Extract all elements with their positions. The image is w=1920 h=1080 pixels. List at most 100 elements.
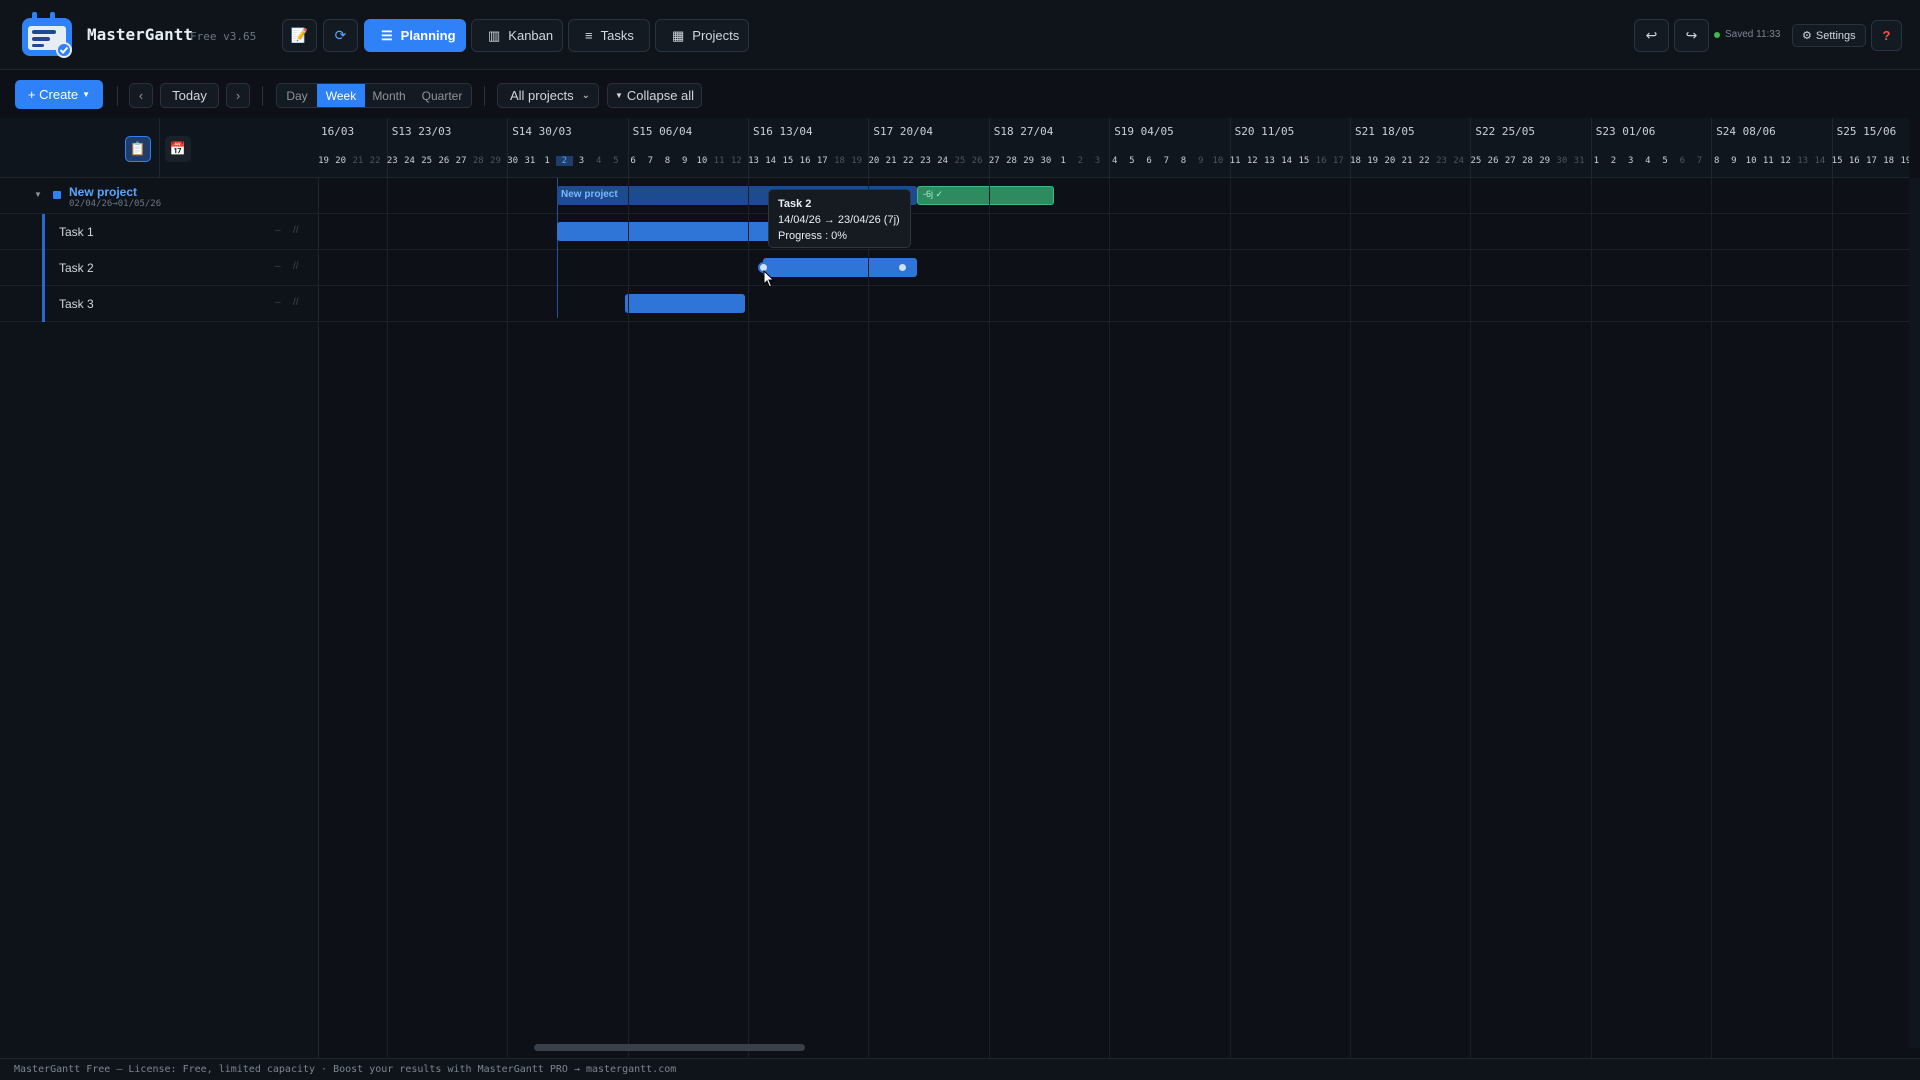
project-filter-select[interactable]: All projects ⌄ bbox=[497, 83, 599, 108]
week-label: S13 23/03 bbox=[391, 125, 452, 138]
previous-period-button[interactable]: ‹ bbox=[129, 83, 153, 108]
redo-icon: ↪ bbox=[1685, 27, 1698, 43]
create-label: + Create bbox=[27, 87, 79, 102]
collapse-caret-icon[interactable]: ▼ bbox=[34, 190, 42, 199]
collapse-all-button[interactable]: ▼ Collapse all bbox=[607, 83, 702, 108]
tab-planning[interactable]: ☰ Planning bbox=[364, 19, 466, 52]
day-label: 21 bbox=[1401, 156, 1413, 166]
row-link-control[interactable]: // bbox=[293, 225, 299, 236]
save-status: Saved 11:33 bbox=[1714, 29, 1780, 40]
task-name: Task 2 bbox=[59, 261, 94, 275]
mouse-cursor-icon bbox=[763, 270, 775, 288]
slack-label: -6j ✓ bbox=[923, 189, 944, 199]
task-bar-task-3[interactable] bbox=[625, 294, 745, 313]
task-row[interactable]: Task 3 – // bbox=[0, 286, 319, 322]
day-label: 29 bbox=[1023, 156, 1035, 166]
undo-button[interactable]: ↩ bbox=[1634, 19, 1669, 52]
tab-projects[interactable]: ▦ Projects bbox=[655, 19, 749, 52]
tooltip-dates: 14/04/26 → 23/04/26 (7j) bbox=[778, 214, 900, 226]
week-header-divider bbox=[1109, 118, 1111, 178]
day-label: 21 bbox=[885, 156, 897, 166]
horizontal-scrollbar-thumb[interactable] bbox=[534, 1044, 805, 1051]
day-label: 25 bbox=[1470, 156, 1482, 166]
week-header-divider bbox=[1711, 118, 1713, 178]
day-label: 12 bbox=[730, 156, 742, 166]
divider bbox=[159, 118, 160, 178]
scale-month[interactable]: Month bbox=[365, 84, 413, 107]
task-row[interactable]: Task 1 – // bbox=[0, 214, 319, 250]
app-name: MasterGantt bbox=[87, 25, 193, 44]
day-label: 13 bbox=[1797, 156, 1809, 166]
day-label: 29 bbox=[490, 156, 501, 166]
week-header-divider bbox=[868, 118, 870, 178]
day-label: 17 bbox=[816, 156, 828, 166]
day-label: 28 bbox=[472, 156, 484, 166]
today-button[interactable]: Today bbox=[160, 83, 219, 108]
day-label: 11 bbox=[1762, 156, 1774, 166]
day-label: 31 bbox=[524, 156, 536, 166]
task-bar-task-2[interactable] bbox=[758, 258, 917, 277]
day-label: 16 bbox=[799, 156, 811, 166]
week-label: S19 04/05 bbox=[1114, 125, 1174, 138]
day-label: 10 bbox=[1212, 156, 1224, 166]
week-header-divider bbox=[1350, 118, 1351, 178]
day-label: 27 bbox=[988, 156, 1000, 166]
day-label: 26 bbox=[438, 156, 450, 166]
task-row[interactable]: Task 2 – // bbox=[0, 250, 319, 286]
task-bar-task-1[interactable] bbox=[557, 222, 773, 241]
help-button[interactable]: ? bbox=[1871, 20, 1902, 51]
day-label: 7 bbox=[647, 156, 653, 166]
week-gridline bbox=[1590, 178, 1592, 1058]
create-button[interactable]: + Create ▼ bbox=[15, 80, 103, 109]
tab-tasks[interactable]: ≡ Tasks bbox=[568, 19, 650, 52]
save-status-text: Saved 11:33 bbox=[1725, 29, 1781, 40]
project-row[interactable]: ▼ New project 02/04/26→01/05/26 bbox=[0, 178, 319, 214]
notes-button[interactable]: 📝 bbox=[282, 19, 317, 52]
day-label: 7 bbox=[1696, 156, 1703, 166]
divider bbox=[117, 86, 118, 106]
vertical-scrollbar[interactable] bbox=[1909, 178, 1920, 1048]
tab-kanban[interactable]: ▥ Kanban bbox=[471, 19, 563, 52]
day-label: 11 bbox=[713, 156, 725, 166]
day-label: 14 bbox=[765, 156, 777, 166]
day-label: 13 bbox=[1264, 156, 1275, 166]
day-label: 10 bbox=[1745, 156, 1757, 166]
row-minus-control[interactable]: – bbox=[275, 225, 281, 236]
week-gridline bbox=[507, 178, 509, 1058]
week-header-divider bbox=[1590, 118, 1592, 178]
row-link-control[interactable]: // bbox=[293, 261, 299, 272]
gantt-timeline[interactable]: 16/03 S13 23/03 S14 30/03 S15 06/04 S16 13/0… bbox=[319, 118, 1909, 1058]
divider bbox=[262, 86, 263, 106]
timeline-header: 16/03 S13 23/03 S14 30/03 S15 06/04 S16 13/0… bbox=[319, 118, 1909, 178]
scale-week[interactable]: Week bbox=[317, 84, 365, 107]
row-link-control[interactable]: // bbox=[293, 297, 299, 308]
week-gridline bbox=[1711, 178, 1713, 1058]
week-label: 16/03 bbox=[321, 125, 355, 138]
week-label: S21 18/05 bbox=[1355, 125, 1415, 138]
week-header-divider bbox=[748, 118, 749, 178]
day-label: 12 bbox=[1780, 156, 1791, 166]
week-label: S24 08/06 bbox=[1716, 125, 1776, 138]
day-label: 10 bbox=[696, 156, 708, 166]
scale-quarter[interactable]: Quarter bbox=[413, 84, 471, 107]
row-minus-control[interactable]: – bbox=[275, 297, 281, 308]
day-label: 22 bbox=[369, 156, 381, 166]
next-period-button[interactable]: › bbox=[226, 83, 250, 108]
day-label: 19 bbox=[851, 156, 863, 166]
day-label: 17 bbox=[1332, 156, 1344, 166]
week-header-divider bbox=[988, 118, 990, 178]
redo-button[interactable]: ↪ bbox=[1674, 19, 1709, 52]
settings-button[interactable]: ⚙ Settings bbox=[1792, 24, 1866, 47]
calendar-view-button[interactable]: 📅 bbox=[165, 136, 191, 162]
row-minus-control[interactable]: – bbox=[275, 261, 281, 272]
project-slack-bar[interactable]: -6j ✓ bbox=[917, 186, 1054, 205]
day-label: 4 bbox=[1645, 156, 1651, 166]
sync-button[interactable]: ⟳ bbox=[323, 19, 358, 52]
day-label: 8 bbox=[1180, 156, 1187, 166]
caret-down-icon: ▼ bbox=[614, 91, 623, 100]
scale-day[interactable]: Day bbox=[277, 84, 317, 107]
week-gridline bbox=[868, 178, 870, 1058]
day-label: 24 bbox=[404, 156, 415, 166]
end-drag-handle[interactable] bbox=[897, 262, 908, 273]
list-view-button[interactable]: 📋 bbox=[125, 136, 151, 162]
